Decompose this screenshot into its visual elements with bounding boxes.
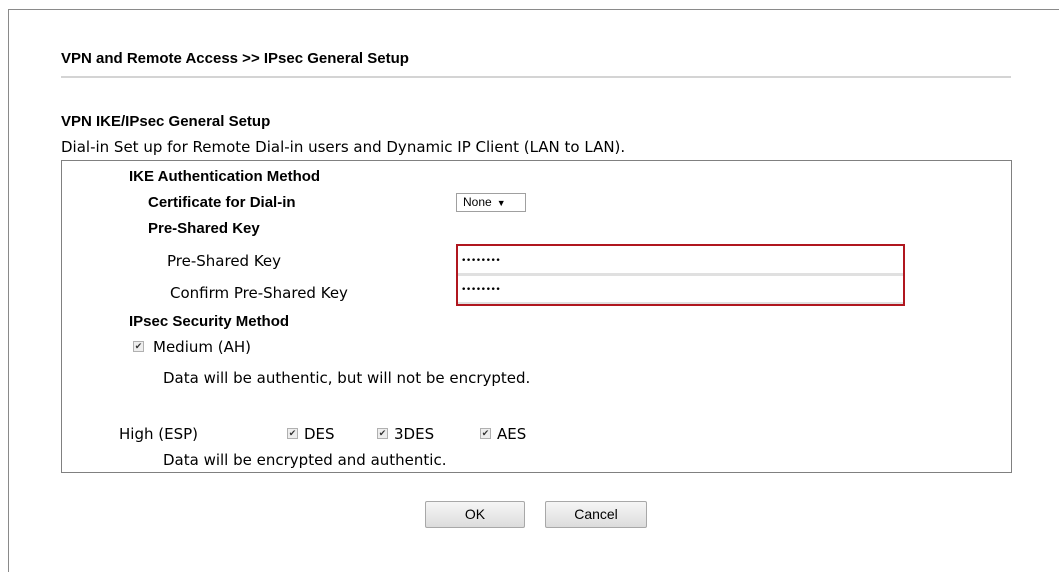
ike-auth-heading: IKE Authentication Method [129, 168, 321, 185]
psk-label: Pre-Shared Key [167, 252, 282, 270]
ipsec-security-heading: IPsec Security Method [129, 313, 290, 330]
aes-checkbox[interactable]: ✔ [480, 428, 491, 439]
des-checkbox[interactable]: ✔ [287, 428, 298, 439]
des-label: DES [304, 425, 335, 443]
certificate-select-value: None [463, 195, 492, 209]
confirm-psk-label: Confirm Pre-Shared Key [170, 284, 348, 302]
high-esp-label: High (ESP) [119, 425, 198, 443]
medium-ah-checkbox[interactable]: ✔ [133, 341, 144, 352]
high-esp-description: Data will be encrypted and authentic. [163, 451, 447, 469]
3des-label: 3DES [394, 425, 435, 443]
psk-heading: Pre-Shared Key [148, 220, 260, 237]
section-description: Dial-in Set up for Remote Dial-in users … [61, 138, 626, 156]
chevron-down-icon: ▼ [496, 198, 506, 208]
cancel-button[interactable]: Cancel [545, 501, 647, 528]
medium-ah-description: Data will be authentic, but will not be … [163, 369, 531, 387]
divider [61, 76, 1011, 78]
certificate-select[interactable]: None ▼ [456, 193, 526, 212]
3des-checkbox[interactable]: ✔ [377, 428, 388, 439]
aes-label: AES [497, 425, 527, 443]
highlight-box [456, 244, 905, 306]
ok-button[interactable]: OK [425, 501, 525, 528]
breadcrumb: VPN and Remote Access >> IPsec General S… [61, 50, 409, 67]
section-title: VPN IKE/IPsec General Setup [61, 113, 271, 130]
certificate-label: Certificate for Dial-in [148, 194, 296, 211]
medium-ah-label: Medium (AH) [153, 338, 251, 356]
